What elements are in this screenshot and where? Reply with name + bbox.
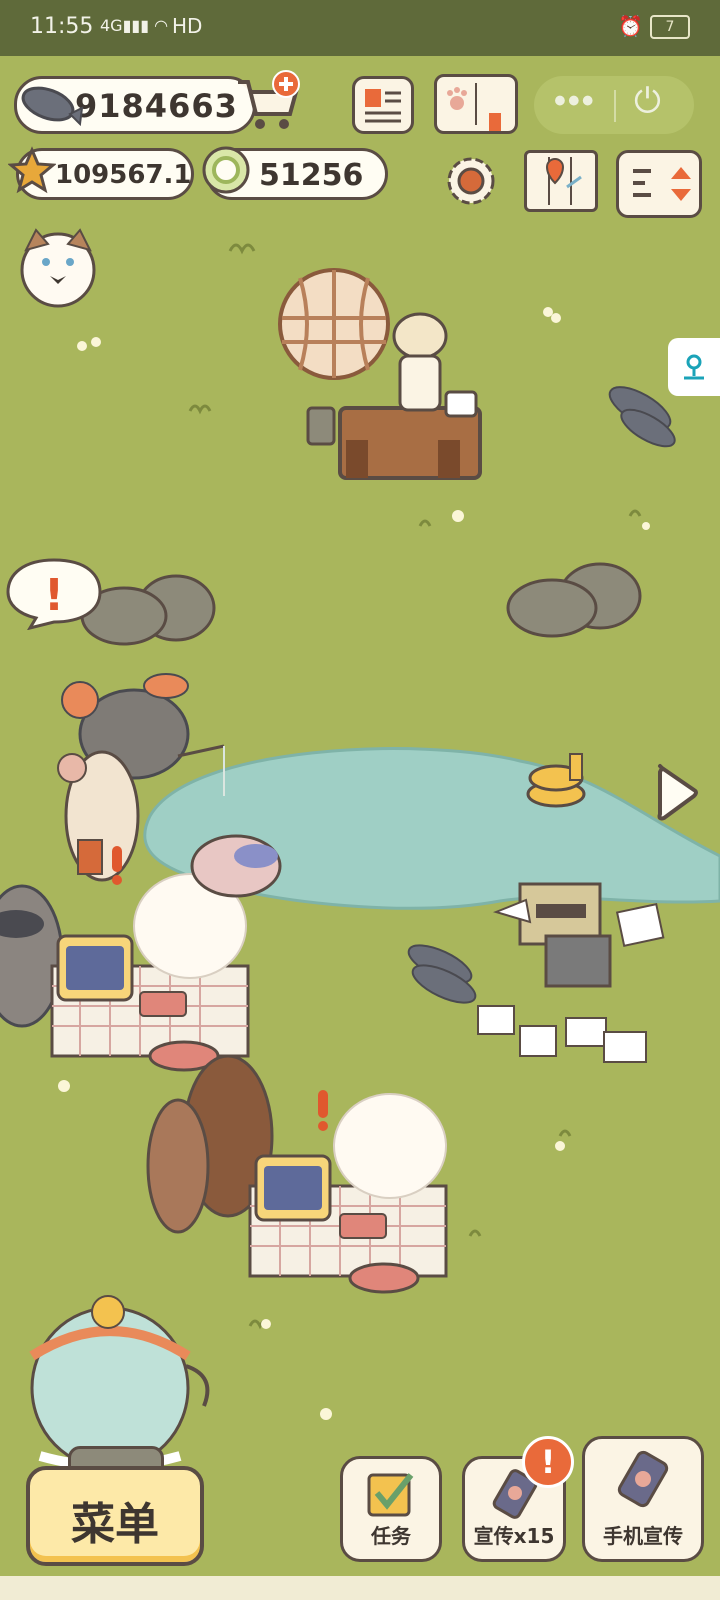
share-icon bbox=[684, 354, 704, 380]
game-scene[interactable] bbox=[0, 56, 720, 1600]
tasks-label: 任务 bbox=[371, 1524, 411, 1548]
mini-program-capsule: ••• ⏻ bbox=[534, 76, 694, 134]
sort-icon bbox=[633, 167, 691, 201]
next-area-arrow[interactable] bbox=[654, 762, 700, 822]
hd-label: HD bbox=[172, 14, 203, 38]
status-time: 11:55 bbox=[30, 14, 94, 39]
cat-shop-1 bbox=[50, 873, 250, 1072]
rat-customer bbox=[57, 750, 140, 882]
cookie-count: 51256 bbox=[259, 158, 364, 193]
close-power-icon[interactable]: ⏻ bbox=[634, 82, 661, 121]
fish-pile-middle bbox=[407, 944, 477, 1004]
phone-promote-label: 手机宣传 bbox=[603, 1524, 683, 1548]
rock-right bbox=[506, 562, 642, 638]
box-promoter bbox=[477, 882, 665, 1063]
promote-alert-badge: ! bbox=[522, 1436, 574, 1488]
menu-label: 菜单 bbox=[71, 1499, 159, 1550]
promote-label: 宣传x15 bbox=[473, 1524, 555, 1548]
capsule-divider bbox=[614, 90, 616, 122]
cat-avatar[interactable] bbox=[18, 224, 98, 308]
alert-speech-bubble[interactable]: ! bbox=[4, 556, 104, 630]
balloon-merchant bbox=[278, 268, 482, 480]
sort-toggle-button[interactable] bbox=[616, 150, 702, 218]
add-fish-cart-button[interactable] bbox=[232, 70, 304, 134]
cat-shop-2 bbox=[248, 1093, 448, 1294]
fish-count: 9184663 bbox=[75, 87, 238, 125]
star-count: 109567.1 bbox=[55, 160, 192, 190]
menu-button[interactable]: 菜单 bbox=[26, 1466, 204, 1566]
star-icon bbox=[8, 146, 56, 194]
newspaper-button[interactable] bbox=[352, 76, 414, 134]
promote-alert-exclaim: ! bbox=[540, 1443, 556, 1481]
cat-book-button[interactable] bbox=[434, 74, 518, 134]
battery-indicator: 7 bbox=[650, 15, 690, 39]
side-share-button[interactable] bbox=[668, 338, 720, 396]
settings-gear-button[interactable] bbox=[442, 152, 500, 210]
boat-basket bbox=[190, 834, 282, 898]
waffle-stack bbox=[526, 753, 586, 808]
map-icon bbox=[545, 157, 582, 205]
more-options-icon[interactable]: ••• bbox=[554, 82, 596, 121]
fish-icon bbox=[21, 86, 84, 127]
paw-book-icon bbox=[447, 83, 501, 131]
alarm-icon: ⏰ bbox=[618, 14, 643, 38]
phone-promote-icon bbox=[617, 1450, 669, 1508]
scene-decor bbox=[0, 243, 720, 1471]
tasks-button[interactable]: 任务 bbox=[340, 1456, 442, 1562]
bubble-exclaim: ! bbox=[44, 570, 64, 621]
teapot-aquarium bbox=[29, 1295, 210, 1471]
network-label: 4G bbox=[100, 16, 123, 35]
bottom-strip bbox=[0, 1576, 720, 1600]
status-bar: 11:55 4G▮▮▮ ◠ HD ⏰ 7 bbox=[0, 0, 720, 56]
newspaper-icon bbox=[365, 89, 401, 123]
cookie-icon bbox=[202, 146, 250, 194]
phone-promote-button[interactable]: 手机宣传 bbox=[582, 1436, 704, 1562]
checklist-icon bbox=[367, 1473, 414, 1517]
signal-icon: 4G▮▮▮ ◠ bbox=[100, 16, 169, 35]
map-button[interactable] bbox=[524, 150, 598, 212]
